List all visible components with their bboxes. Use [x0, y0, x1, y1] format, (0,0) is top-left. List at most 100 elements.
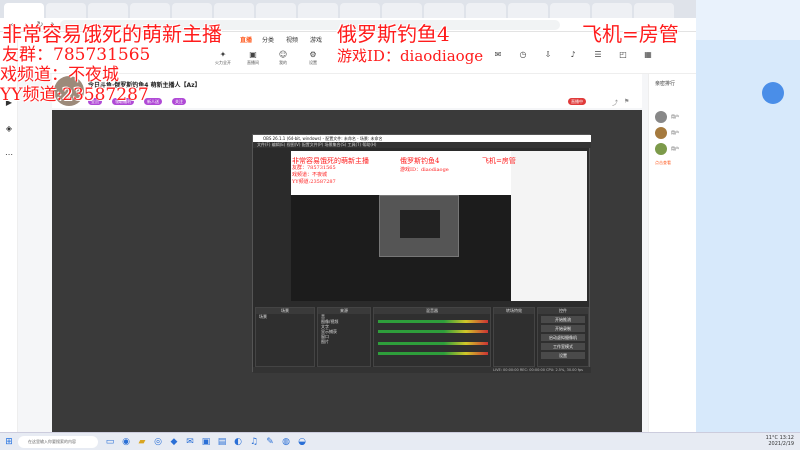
app-icon: ▦ — [644, 50, 652, 59]
history-button[interactable]: ◷ — [513, 50, 533, 60]
taskbar-search[interactable]: 在这里输入你要搜索的内容 — [18, 436, 98, 448]
nested-overlay-line4: YY频道:23587287 — [292, 179, 336, 185]
obs-menu-bar: 文件(F) 编辑(E) 视图(V) 配置文件(P) 场景集合(S) 工具(T) … — [253, 142, 591, 148]
rank-tip[interactable]: 点击查看 — [655, 160, 671, 166]
app-icon[interactable]: ♫ — [248, 436, 260, 448]
nav-category[interactable]: 分类 — [262, 35, 274, 44]
obs-scenes-panel: 场景 场景 — [255, 307, 315, 367]
nested-overlay-center: 俄罗斯钓鱼4 — [400, 157, 440, 165]
rail-item-more[interactable]: ⋯ — [2, 150, 16, 168]
browser-tab[interactable] — [256, 3, 296, 18]
chrome-icon[interactable]: ◎ — [152, 436, 164, 448]
nav-live[interactable]: 直播 — [240, 35, 252, 44]
overlay-game-id: 游戏ID：diaodiaoge — [337, 47, 484, 65]
folder-icon[interactable]: ▰ — [136, 436, 148, 448]
obs-transitions-panel: 转场特效 — [493, 307, 535, 367]
app-icon[interactable]: ◐ — [232, 436, 244, 448]
mascot-icon — [762, 82, 784, 104]
avatar — [655, 111, 667, 123]
browser-tab[interactable] — [550, 3, 590, 18]
browser-tab[interactable] — [424, 3, 464, 18]
app-icon[interactable]: ✎ — [264, 436, 276, 448]
nested-overlay-line3: 戏频道：不夜城 — [292, 172, 328, 178]
store-icon[interactable]: ◆ — [168, 436, 180, 448]
preview-nested-sidebar — [511, 151, 587, 301]
my-button[interactable]: ☺ 我的 — [273, 50, 293, 66]
obs-status-bar: LIVE: 00:00:00 REC: 00:00:00 CPU: 2.5%, … — [253, 367, 591, 373]
nav-game[interactable]: 游戏 — [310, 35, 322, 44]
browser-tab[interactable] — [592, 3, 632, 18]
obs-mixer-panel: 混音器 — [373, 307, 491, 367]
user-icon: ☺ — [278, 50, 288, 59]
browser-tab[interactable] — [172, 3, 212, 18]
avatar — [655, 143, 667, 155]
overlay-center-title: 俄罗斯钓鱼4 — [337, 22, 450, 46]
message-button[interactable]: ♪ — [563, 50, 583, 60]
shop-icon: ◰ — [619, 50, 627, 59]
browser-tab[interactable] — [4, 3, 44, 18]
source-item[interactable]: 图片 — [318, 339, 370, 344]
room-badge[interactable]: 关注 — [172, 98, 186, 105]
settings-button[interactable]: 设置 — [541, 352, 585, 359]
browser-tab[interactable] — [298, 3, 338, 18]
browser-tab[interactable] — [130, 3, 170, 18]
bell-icon: ♪ — [570, 50, 576, 59]
rail-item-game[interactable]: ◈ — [2, 124, 16, 142]
audio-meter — [378, 330, 488, 333]
audio-meter — [378, 352, 488, 355]
shop-button[interactable]: ◰ — [613, 50, 633, 60]
side-top-strip — [696, 0, 800, 40]
mail-icon[interactable]: ✉ — [184, 436, 196, 448]
studio-mode-button[interactable]: 工作室模式 — [541, 343, 585, 350]
download-button[interactable]: ⇩ — [538, 50, 558, 60]
browser-tab[interactable] — [466, 3, 506, 18]
app-icon[interactable]: ▣ — [200, 436, 212, 448]
scene-item[interactable]: 场景 — [256, 314, 314, 319]
settings-button[interactable]: ⚙ 设置 — [303, 50, 323, 66]
live-status-badge: 直播中 — [568, 98, 586, 105]
edge-icon[interactable]: ◉ — [120, 436, 132, 448]
fire-icon: ✦ — [219, 50, 227, 59]
obs-sources-panel: 来源 音 图像/视频 文字 显示捕获 窗口 图片 — [317, 307, 371, 367]
app-icon[interactable]: ▤ — [216, 436, 228, 448]
browser-tab[interactable] — [214, 3, 254, 18]
virtual-cam-button[interactable]: 启动虚拟摄像机 — [541, 334, 585, 341]
preview-nested-obs — [379, 195, 459, 257]
browser-tab[interactable] — [508, 3, 548, 18]
side-blue-panel — [696, 40, 800, 435]
nested-overlay-right: 飞机=房管 — [482, 157, 516, 165]
app-icon[interactable]: ◒ — [296, 436, 308, 448]
gear-icon: ⚙ — [309, 50, 317, 59]
browser-tab[interactable] — [340, 3, 380, 18]
obs-title-bar: OBS 26.1.1 (64-bit, windows) - 配置文件: 未命名… — [253, 135, 591, 142]
nav-video[interactable]: 视频 — [286, 35, 298, 44]
report-icon[interactable]: ⚑ — [624, 98, 629, 105]
download-icon: ⇩ — [544, 50, 552, 59]
clock-icon: ◷ — [519, 50, 527, 59]
obs-preview — [291, 151, 587, 301]
task-view-icon[interactable]: ▭ — [104, 436, 116, 448]
gift-button[interactable]: ✉ — [488, 50, 508, 60]
start-stream-button[interactable]: 开始推流 — [541, 316, 585, 323]
screen: ‹ › ↻ ⌂ ⌂ ♡ ▶ ◈ ⋯ 直播 分类 视频 游戏 ✦ 火力全开 ▣ 直播间… — [0, 0, 800, 450]
task-icon: ☰ — [594, 50, 602, 59]
browser-tab[interactable] — [46, 3, 86, 18]
avatar — [655, 127, 667, 139]
start-record-button[interactable]: 开始录制 — [541, 325, 585, 332]
nested-overlay-line2: 友群：785731565 — [292, 165, 336, 171]
clock-date: 2021/2/19 — [768, 441, 794, 447]
browser-tab-bar — [0, 0, 800, 18]
gift-icon: ✉ — [494, 50, 502, 59]
windows-icon[interactable]: ⊞ — [3, 436, 15, 448]
app-button[interactable]: ▦ — [638, 50, 658, 60]
live-room-button[interactable]: ▣ 直播间 — [243, 50, 263, 66]
browser-tab[interactable] — [382, 3, 422, 18]
browser-tab[interactable] — [88, 3, 128, 18]
fire-button[interactable]: ✦ 火力全开 — [213, 50, 233, 66]
browser-tab[interactable] — [634, 3, 674, 18]
obs-controls-panel: 控件 开始推流 开始录制 启动虚拟摄像机 工作室模式 设置 — [537, 307, 589, 367]
share-icon[interactable]: ⤴ — [612, 98, 618, 107]
task-button[interactable]: ☰ — [588, 50, 608, 60]
system-tray[interactable]: 11°C 13:12 2021/2/19 — [766, 435, 794, 447]
steam-icon[interactable]: ◍ — [280, 436, 292, 448]
